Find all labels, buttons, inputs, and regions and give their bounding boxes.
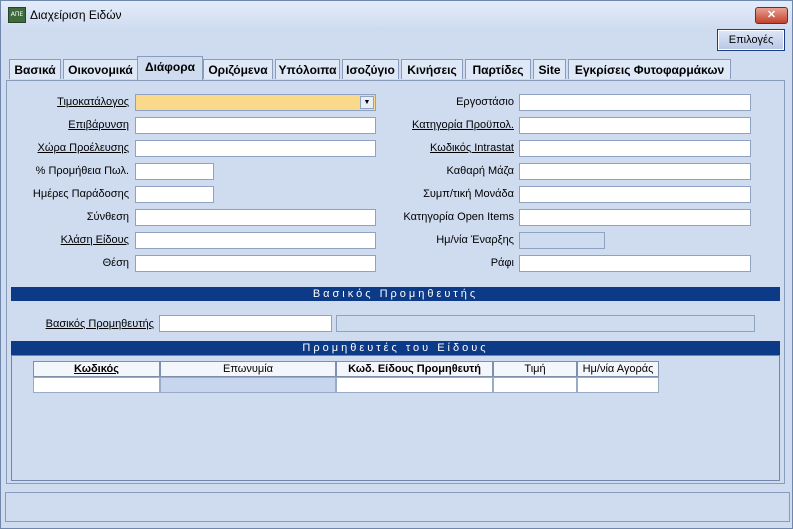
item-suppliers-header: Προμηθευτές του Είδους [11,341,780,355]
column-header-code[interactable]: Κωδικός [33,361,160,377]
open-items-category-field[interactable] [519,209,751,226]
composition-label: Σύνθεση [86,211,129,223]
tab-financial[interactable]: Οικονομικά [63,59,138,79]
table-cell-name [160,377,336,393]
composition-field[interactable] [135,209,376,226]
tab-site[interactable]: Site [533,59,566,79]
table-cell-supplier-item-code[interactable] [336,377,493,393]
close-button[interactable]: ✕ [755,7,788,24]
table-cell-price[interactable] [493,377,577,393]
intrastat-code-field[interactable] [519,140,751,157]
column-header-supplier-item-code[interactable]: Κωδ. Είδους Προμηθευτή [336,361,493,377]
supplementary-unit-label: Συμπ/τική Μονάδα [423,188,514,200]
sales-commission-field[interactable] [135,163,214,180]
column-header-price[interactable]: Τιμή [493,361,577,377]
origin-country-label[interactable]: Χώρα Προέλευσης [21,142,129,154]
options-button[interactable]: Επιλογές [717,29,785,51]
tab-basic[interactable]: Βασικά [9,59,61,79]
surcharge-field[interactable] [135,117,376,134]
start-date-field [519,232,605,249]
sales-commission-label: % Προμήθεια Πωλ. [35,165,129,177]
column-header-name[interactable]: Επωνυμία [160,361,336,377]
position-field[interactable] [135,255,376,272]
budget-category-label[interactable]: Κατηγορία Προϋπολ. [391,119,514,131]
tab-batches[interactable]: Παρτίδες [465,59,531,79]
item-class-field[interactable] [135,232,376,249]
app-icon: ΑΠΕ [8,7,26,23]
window-title: Διαχείριση Ειδών [30,8,122,22]
main-supplier-header: Βασικός Προμηθευτής [11,287,780,301]
table-cell-code[interactable] [33,377,160,393]
origin-country-field[interactable] [135,140,376,157]
net-mass-label: Καθαρή Μάζα [446,165,514,177]
tab-balances[interactable]: Υπόλοιπα [275,59,340,79]
main-supplier-code-field[interactable] [159,315,332,332]
item-suppliers-grid: Κωδικός Επωνυμία Κωδ. Είδους Προμηθευτή … [11,355,780,481]
chevron-down-icon[interactable]: ▼ [360,96,374,109]
column-header-purchase-date[interactable]: Ημ/νία Αγοράς [577,361,659,377]
shelf-field[interactable] [519,255,751,272]
item-class-label[interactable]: Κλάση Είδους [21,234,129,246]
app-window: ΑΠΕ Διαχείριση Ειδών ✕ Επιλογές Βασικά Ο… [0,0,793,529]
tab-pesticide-approvals[interactable]: Εγκρίσεις Φυτοφαρμάκων [568,59,731,79]
price-list-dropdown[interactable]: ▼ [135,94,376,111]
table-cell-purchase-date[interactable] [577,377,659,393]
shelf-label: Ράφι [490,257,514,269]
delivery-days-field[interactable] [135,186,214,203]
title-bar: ΑΠΕ Διαχείριση Ειδών ✕ [1,1,792,29]
tab-user-defined[interactable]: Οριζόμενα [203,59,273,79]
factory-field[interactable] [519,94,751,111]
tab-transactions[interactable]: Κινήσεις [401,59,463,79]
delivery-days-label: Ημέρες Παράδοσης [32,188,129,200]
main-supplier-name-field [336,315,755,332]
start-date-label: Ημ/νία Έναρξης [436,234,514,246]
intrastat-code-label[interactable]: Κωδικός Intrastat [391,142,514,154]
tab-misc[interactable]: Διάφορα [137,56,203,80]
supplementary-unit-field[interactable] [519,186,751,203]
surcharge-label[interactable]: Επιβάρυνση [21,119,129,131]
open-items-category-label: Κατηγορία Open Items [403,211,514,223]
factory-label: Εργοστάσιο [456,96,514,108]
tab-trial-balance[interactable]: Ισοζύγιο [342,59,399,79]
main-supplier-label[interactable]: Βασικός Προμηθευτής [31,318,154,330]
status-bar [5,492,790,522]
budget-category-field[interactable] [519,117,751,134]
price-list-label[interactable]: Τιμοκατάλογος [21,96,129,108]
net-mass-field[interactable] [519,163,751,180]
position-label: Θέση [102,257,129,269]
